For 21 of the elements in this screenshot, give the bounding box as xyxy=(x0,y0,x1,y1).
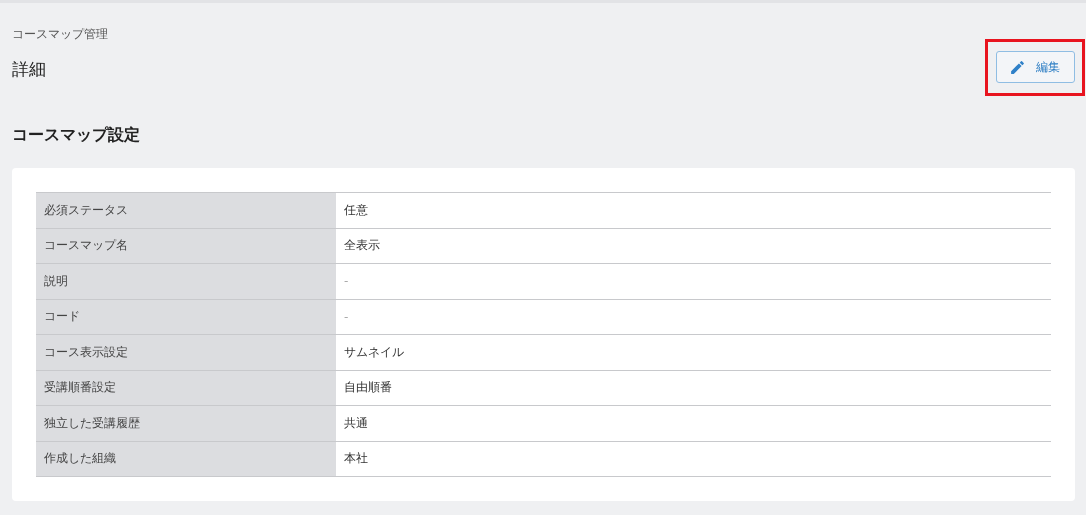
value-cell-text: 共通 xyxy=(343,414,369,432)
label-cell: 作成した組織 xyxy=(36,441,336,476)
value-cell-text: 自由順番 xyxy=(343,379,393,397)
value-cell-text: サムネイル xyxy=(343,343,405,361)
label-cell: 説明 xyxy=(36,264,336,299)
label-cell: 必須ステータス xyxy=(36,193,336,228)
edit-button[interactable]: 編集 xyxy=(996,51,1075,83)
value-cell-text: - xyxy=(343,273,350,291)
label-cell: コース表示設定 xyxy=(36,335,336,370)
label-cell: コード xyxy=(36,299,336,334)
value-cell-text: 全表示 xyxy=(343,237,381,255)
value-cell-text: 本社 xyxy=(343,450,369,468)
label-cell: 受講順番設定 xyxy=(36,370,336,405)
breadcrumb: コースマップ管理 xyxy=(12,26,108,42)
label-cell: 独立した受講履歴 xyxy=(36,406,336,441)
value-cell-text: 任意 xyxy=(343,201,369,219)
page-title: 詳細 xyxy=(12,59,47,79)
pencil-icon xyxy=(1009,58,1026,76)
value-cell-text: - xyxy=(343,308,350,326)
label-cell: コースマップ名 xyxy=(36,228,336,263)
section-title: コースマップ設定 xyxy=(12,125,141,145)
